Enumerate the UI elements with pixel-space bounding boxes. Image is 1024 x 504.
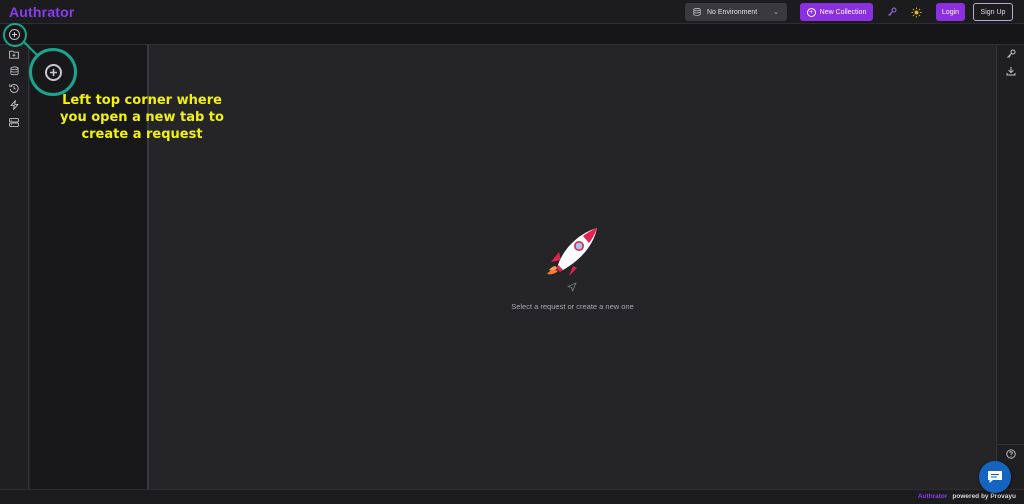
sun-icon[interactable] xyxy=(909,5,923,19)
chevron-down-icon: ⌄ xyxy=(773,9,779,16)
request-tab-bar xyxy=(0,24,1024,45)
top-navbar: Authrator No Environment ⌄ + New Collect… xyxy=(0,0,1024,24)
right-rail-divider xyxy=(997,444,1024,445)
new-collection-label: New Collection xyxy=(819,8,867,16)
key-icon[interactable] xyxy=(1005,48,1017,60)
signup-button[interactable]: Sign Up xyxy=(973,3,1013,21)
help-icon[interactable] xyxy=(1005,448,1017,460)
plus-circle-icon xyxy=(44,63,62,81)
sidebar-item-flows[interactable] xyxy=(8,99,20,111)
environment-select-value: No Environment xyxy=(707,8,758,16)
chat-icon xyxy=(988,471,1002,483)
rocket-illustration xyxy=(547,228,597,276)
environment-select[interactable]: No Environment ⌄ xyxy=(685,3,787,21)
annotation-caption: Left top corner where you open a new tab… xyxy=(60,93,224,142)
status-footer: Authrator powered by Provayu xyxy=(0,489,1024,504)
download-icon[interactable] xyxy=(1005,65,1017,77)
empty-state-message: Select a request or create a new one xyxy=(511,302,634,311)
annotation-highlight-zoom xyxy=(29,48,77,96)
main-workspace: Select a request or create a new one xyxy=(149,45,996,489)
footer-powered-by: powered by Provayu xyxy=(952,493,1016,500)
footer-brand: Authrator xyxy=(917,493,948,500)
new-collection-button[interactable]: + New Collection xyxy=(800,3,873,21)
history-icon xyxy=(9,84,19,93)
sidebar-item-history[interactable] xyxy=(8,82,20,94)
key-icon[interactable] xyxy=(885,5,899,19)
lightning-icon xyxy=(10,100,18,110)
annotation-highlight-small xyxy=(3,23,27,47)
sidebar-rail xyxy=(0,45,29,489)
right-rail xyxy=(996,45,1024,489)
footer-credit: Authrator powered by Provayu xyxy=(918,493,1016,500)
server-icon xyxy=(9,117,19,127)
sidebar-item-servers[interactable] xyxy=(8,116,20,128)
chat-widget-button[interactable] xyxy=(979,461,1011,493)
send-icon xyxy=(567,282,577,292)
login-button[interactable]: Login xyxy=(936,3,965,21)
plus-circle-icon: + xyxy=(806,7,816,17)
database-icon xyxy=(693,8,701,16)
